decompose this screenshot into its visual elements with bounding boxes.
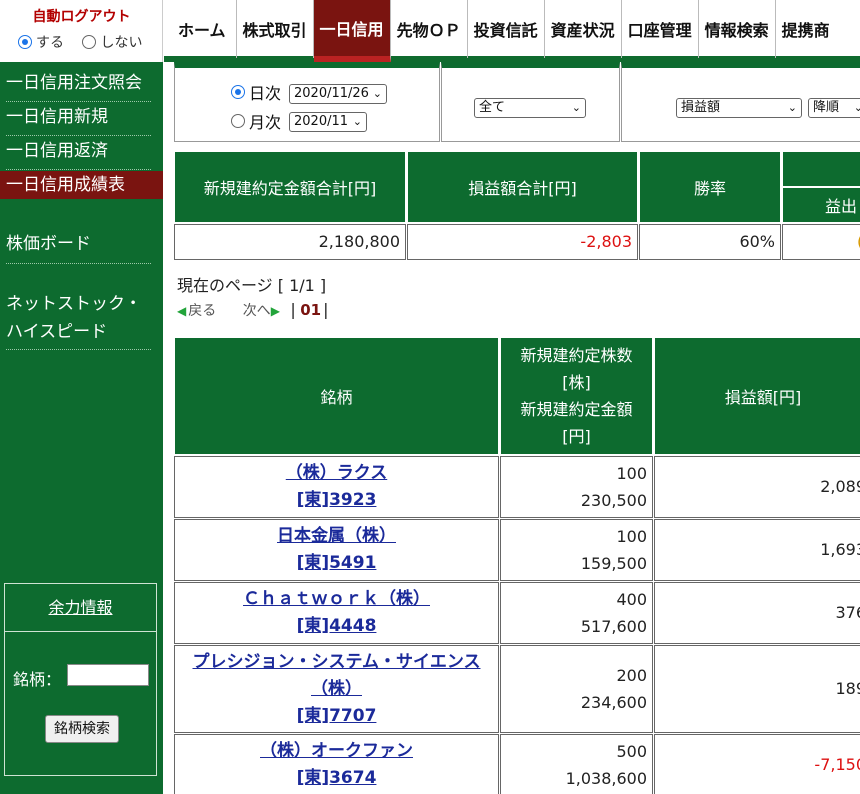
monthly-radio[interactable] xyxy=(231,114,245,128)
sort-key-select[interactable]: 損益額 ⌄ xyxy=(676,98,802,118)
tab-day-margin[interactable]: 一日信用 xyxy=(313,0,391,62)
summary-amount-value: 2,180,800 xyxy=(174,224,406,260)
pagination-nav: ◀ 戻る 次へ▶ | 01 | xyxy=(177,300,329,319)
chevron-down-icon: ⌄ xyxy=(372,87,382,100)
results-header-stock: 銘柄 xyxy=(174,337,499,455)
summary-header-profit: 益出 xyxy=(782,187,860,223)
tab-stock-trading[interactable]: 株式取引 xyxy=(237,0,314,58)
tab-futures-options[interactable]: 先物ＯＰ xyxy=(391,0,468,58)
table-row-shares-amount: 500 1,038,600 xyxy=(500,734,653,794)
tab-info-search[interactable]: 情報検索 xyxy=(699,0,776,58)
auto-logout-off-option[interactable]: しない xyxy=(82,35,142,51)
stock-name-link[interactable]: （株）オークファン xyxy=(175,738,498,765)
table-row-stock: プレシジョン・システム・サイエンス （株） [東]7707 xyxy=(174,645,499,733)
summary-header-amount: 新規建約定金額合計[円] xyxy=(174,151,406,223)
results-header-shares-amount: 新規建約定株数 [株] 新規建約定金額 [円] xyxy=(500,337,653,455)
stock-name-link[interactable]: （株）ラクス xyxy=(175,460,498,487)
chevron-down-icon: ⌄ xyxy=(571,101,581,114)
table-row-pnl: 189 xyxy=(654,645,860,733)
stock-name-link[interactable]: プレシジョン・システム・サイエンス xyxy=(175,649,498,676)
daily-label: 日次 xyxy=(249,84,282,103)
triangle-left-icon: ◀ xyxy=(177,304,187,318)
current-page-text: 現在のページ [ 1/1 ] xyxy=(177,276,327,295)
monthly-date-select[interactable]: 2020/11 ⌄ xyxy=(289,112,367,132)
stock-code-link[interactable]: [東]4448 xyxy=(175,613,498,640)
summary-header-extra-top xyxy=(782,151,860,187)
summary-profit-value: ( xyxy=(782,224,860,260)
table-row-shares-amount: 100 230,500 xyxy=(500,456,653,518)
table-row-stock: （株）ラクス [東]3923 xyxy=(174,456,499,518)
stock-code-link[interactable]: [東]5491 xyxy=(175,550,498,577)
stock-name-link[interactable]: 日本金属（株） xyxy=(175,523,498,550)
stock-search-button[interactable]: 銘柄検索 xyxy=(45,715,119,743)
sidebar-item-new[interactable]: 一日信用新規 xyxy=(0,102,163,136)
main-nav: ホーム 株式取引 一日信用 先物ＯＰ 投資信託 資産状況 口座管理 情報検索 提… xyxy=(164,0,836,62)
stock-code-label: 銘柄： xyxy=(13,670,62,689)
stock-name-link-cont[interactable]: （株） xyxy=(175,676,498,703)
tab-partner[interactable]: 提携商 xyxy=(776,0,836,58)
next-link[interactable]: 次へ xyxy=(243,303,271,319)
sidebar-item-results[interactable]: 一日信用成績表 xyxy=(0,171,163,199)
filter-sort-box: 損益額 ⌄ 降順 ⌄ xyxy=(621,62,860,142)
table-row-stock: （株）オークファン [東]3674 xyxy=(174,734,499,794)
table-row-shares-amount: 400 517,600 xyxy=(500,582,653,644)
table-row-shares-amount: 200 234,600 xyxy=(500,645,653,733)
stock-code-link[interactable]: [東]7707 xyxy=(175,703,498,730)
tab-account[interactable]: 口座管理 xyxy=(622,0,699,58)
radio-checked-icon[interactable] xyxy=(18,35,32,49)
summary-header-winrate: 勝率 xyxy=(639,151,781,223)
table-row-pnl: -7,150 xyxy=(654,734,860,794)
daily-date-select[interactable]: 2020/11/26 ⌄ xyxy=(289,84,387,104)
monthly-label: 月次 xyxy=(249,113,282,132)
tab-investment-trust[interactable]: 投資信託 xyxy=(468,0,545,58)
stock-code-link[interactable]: [東]3923 xyxy=(175,487,498,514)
auto-logout-options: する しない xyxy=(18,32,156,52)
tab-home[interactable]: ホーム xyxy=(164,0,237,58)
sidebar: 一日信用注文照会 一日信用新規 一日信用返済 一日信用成績表 株価ボード ネット… xyxy=(0,62,163,794)
tab-assets[interactable]: 資産状況 xyxy=(545,0,622,58)
sidebar-item-stock-board[interactable]: 株価ボード xyxy=(0,228,163,264)
table-row-pnl: 1,693 xyxy=(654,519,860,581)
filter-category-box: 全て ⌄ xyxy=(441,62,620,142)
auto-logout-on-option[interactable]: する xyxy=(18,35,64,51)
sidebar-item-netstock-highspeed[interactable]: ネットストック・ ハイスピード xyxy=(0,290,163,350)
page: 自動ログアウト する しない ホーム 株式取引 一日信用 先物ＯＰ 投資信託 資… xyxy=(0,0,860,794)
stock-name-link[interactable]: Ｃｈａｔｗｏｒｋ（株） xyxy=(175,586,498,613)
chevron-down-icon: ⌄ xyxy=(853,101,860,114)
triangle-right-icon: ▶ xyxy=(270,304,280,318)
table-row-shares-amount: 100 159,500 xyxy=(500,519,653,581)
results-header-pnl: 損益額[円] xyxy=(654,337,860,455)
table-row-stock: Ｃｈａｔｗｏｒｋ（株） [東]4448 xyxy=(174,582,499,644)
chevron-down-icon: ⌄ xyxy=(787,101,797,114)
sidebar-item-repay[interactable]: 一日信用返済 xyxy=(0,136,163,170)
stock-code-input[interactable] xyxy=(67,664,149,686)
summary-pnl-value: -2,803 xyxy=(407,224,638,260)
stock-code-link[interactable]: [東]3674 xyxy=(175,765,498,792)
daily-radio[interactable] xyxy=(231,85,245,99)
sort-order-select[interactable]: 降順 ⌄ xyxy=(808,98,860,118)
top-bar: 自動ログアウト する しない ホーム 株式取引 一日信用 先物ＯＰ 投資信託 資… xyxy=(0,0,860,62)
auto-logout-title: 自動ログアウト xyxy=(32,9,131,25)
table-row-pnl: 2,089 xyxy=(654,456,860,518)
auto-logout-panel: 自動ログアウト する しない xyxy=(0,0,163,62)
summary-winrate-value: 60% xyxy=(639,224,781,260)
filter-period-box: 日次 2020/11/26 ⌄ 月次 2020/11 ⌄ xyxy=(174,62,440,142)
chevron-down-icon: ⌄ xyxy=(352,115,362,128)
prev-link[interactable]: 戻る xyxy=(188,303,216,319)
summary-header-pnl: 損益額合計[円] xyxy=(407,151,638,223)
table-row-stock: 日本金属（株） [東]5491 xyxy=(174,519,499,581)
category-select[interactable]: 全て ⌄ xyxy=(474,98,586,118)
margin-capacity-panel: 余力情報 銘柄： 銘柄検索 xyxy=(4,583,157,776)
page-number-link[interactable]: 01 xyxy=(300,301,321,319)
table-row-pnl: 376 xyxy=(654,582,860,644)
margin-capacity-link[interactable]: 余力情報 xyxy=(5,584,156,632)
radio-unchecked-icon[interactable] xyxy=(82,35,97,49)
main-content: 日次 2020/11/26 ⌄ 月次 2020/11 ⌄ 全て ⌄ 損益額 ⌄ 降順 ⌄ … xyxy=(163,62,860,794)
sidebar-item-order-inquiry[interactable]: 一日信用注文照会 xyxy=(0,68,163,102)
